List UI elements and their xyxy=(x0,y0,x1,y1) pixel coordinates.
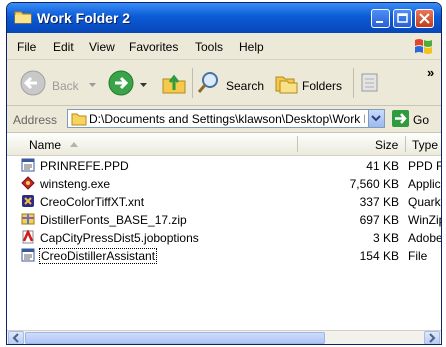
file-size: 41 KB xyxy=(366,159,399,173)
file-row-selected[interactable]: CreoDistillerAssistant 154 KB File xyxy=(7,247,441,265)
toolbar-overflow-button[interactable]: » xyxy=(427,65,434,80)
zip-file-icon xyxy=(21,213,35,225)
file-type: WinZip xyxy=(408,213,442,227)
go-arrow-icon xyxy=(395,113,407,124)
folder-icon xyxy=(71,113,87,126)
toolbar: Back Search Folders » xyxy=(7,60,441,106)
file-type: PPD Fil xyxy=(408,159,441,173)
menu-view[interactable]: View xyxy=(89,40,115,54)
file-type: File xyxy=(408,249,428,263)
views-icon[interactable] xyxy=(359,71,383,95)
file-row[interactable]: CreoColorTiffXT.xnt 337 KB QuarkX xyxy=(7,193,441,211)
generic-file-icon xyxy=(21,248,35,262)
file-name: winsteng.exe xyxy=(40,177,111,191)
back-label: Back xyxy=(52,79,79,93)
go-label[interactable]: Go xyxy=(413,113,429,127)
file-row[interactable]: winsteng.exe 7,560 KB Applica xyxy=(7,175,441,193)
back-button[interactable]: Back xyxy=(19,68,103,98)
file-row[interactable]: DistillerFonts_BASE_17.zip 697 KB WinZip xyxy=(7,211,441,229)
menu-file[interactable]: File xyxy=(17,40,36,54)
menu-favorites[interactable]: Favorites xyxy=(129,40,178,54)
xtension-file-icon xyxy=(22,195,34,207)
window-title: Work Folder 2 xyxy=(37,10,131,26)
close-icon xyxy=(419,13,430,24)
menu-tools[interactable]: Tools xyxy=(195,40,223,54)
forward-button[interactable] xyxy=(107,68,153,98)
column-type[interactable]: Type xyxy=(412,138,438,152)
up-folder-icon[interactable] xyxy=(161,70,187,96)
folders-icon xyxy=(275,76,298,94)
folders-label: Folders xyxy=(302,79,343,93)
search-button[interactable]: Search xyxy=(196,68,266,98)
address-path: D:\Documents and Settings\klawson\Deskto… xyxy=(89,112,365,126)
scroll-right-button[interactable] xyxy=(424,331,440,344)
address-dropdown-button[interactable] xyxy=(368,110,384,127)
joboptions-file-icon xyxy=(22,230,34,244)
minimize-icon xyxy=(376,21,383,23)
explorer-window: Work Folder 2 File Edit View Favorites T… xyxy=(6,2,442,345)
column-name[interactable]: Name xyxy=(29,138,61,152)
search-label: Search xyxy=(226,79,265,93)
file-type: QuarkX xyxy=(408,195,441,209)
minimize-button[interactable] xyxy=(371,9,390,28)
file-size: 697 KB xyxy=(359,213,399,227)
go-button[interactable] xyxy=(392,110,409,127)
chevron-down-icon xyxy=(371,115,381,122)
horizontal-scrollbar[interactable] xyxy=(7,330,441,344)
file-type: Adobe xyxy=(408,231,442,245)
chevron-down-icon xyxy=(89,83,96,87)
file-type: Applica xyxy=(408,177,441,191)
file-row[interactable]: PRINREFE.PPD 41 KB PPD Fil xyxy=(7,157,441,175)
file-name: CreoColorTiffXT.xnt xyxy=(40,195,145,209)
maximize-icon xyxy=(397,13,408,23)
address-input[interactable]: D:\Documents and Settings\klawson\Deskto… xyxy=(67,109,385,128)
file-row[interactable]: CapCityPressDist5.joboptions 3 KB Adobe xyxy=(7,229,441,247)
search-icon xyxy=(197,72,218,93)
title-bar[interactable]: Work Folder 2 xyxy=(7,3,441,33)
file-size: 3 KB xyxy=(372,231,399,245)
scrollbar-thumb[interactable] xyxy=(25,332,325,344)
file-name: DistillerFonts_BASE_17.zip xyxy=(40,213,187,227)
windows-logo-icon xyxy=(415,39,432,54)
back-arrow-icon xyxy=(20,70,46,96)
chevron-right-icon xyxy=(429,333,436,343)
file-list: Name Size Type PRINREFE.PPD 41 KB PPD Fi… xyxy=(7,133,441,330)
file-name: PRINREFE.PPD xyxy=(40,159,129,173)
exe-file-icon xyxy=(21,176,35,190)
address-bar: Address D:\Documents and Settings\klawso… xyxy=(7,106,441,133)
menu-bar: File Edit View Favorites Tools Help xyxy=(7,33,441,60)
close-button[interactable] xyxy=(415,9,434,28)
file-size: 337 KB xyxy=(359,195,399,209)
folders-button[interactable]: Folders xyxy=(273,68,349,98)
chevron-left-icon xyxy=(12,333,19,343)
column-size[interactable]: Size xyxy=(375,138,398,152)
toolbar-separator xyxy=(353,68,354,98)
ppd-file-icon xyxy=(21,158,35,172)
file-name: CreoDistillerAssistant xyxy=(38,248,158,264)
file-size: 7,560 KB xyxy=(349,177,399,191)
chevron-down-icon xyxy=(140,83,147,87)
sort-ascending-icon xyxy=(70,142,78,147)
file-size: 154 KB xyxy=(359,249,399,263)
toolbar-separator xyxy=(192,68,193,98)
column-separator[interactable] xyxy=(405,136,406,152)
column-separator[interactable] xyxy=(297,136,298,152)
menu-edit[interactable]: Edit xyxy=(53,40,74,54)
address-label: Address xyxy=(13,113,58,127)
file-name: CapCityPressDist5.joboptions xyxy=(40,231,199,245)
forward-arrow-icon xyxy=(108,70,134,96)
scroll-left-button[interactable] xyxy=(8,331,24,344)
column-header: Name Size Type xyxy=(7,133,441,156)
menu-help[interactable]: Help xyxy=(239,40,264,54)
maximize-button[interactable] xyxy=(393,9,412,28)
folder-icon xyxy=(14,11,32,24)
